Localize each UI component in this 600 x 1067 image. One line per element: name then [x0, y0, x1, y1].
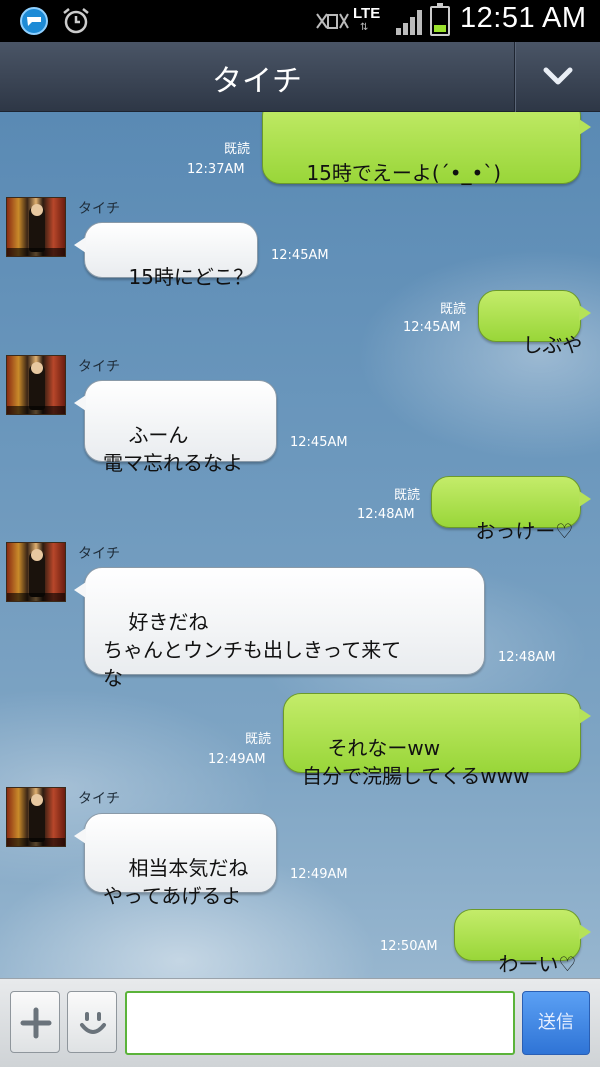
- message-text: それなーww 自分で浣腸してくるwww: [302, 736, 530, 788]
- message-time: 12:45AM: [271, 248, 329, 263]
- message-text: おっけー♡: [475, 519, 574, 543]
- message-time: 12:45AM: [290, 435, 348, 450]
- clock: 12:51 AM: [460, 2, 587, 34]
- avatar[interactable]: [6, 197, 66, 257]
- sender-name: タイチ: [78, 201, 120, 217]
- message-text: 15時にどこ？: [128, 265, 254, 289]
- message-bubble-incoming[interactable]: ふーん 電マ忘れるなよ: [74, 380, 277, 475]
- message-text: わーい♡: [498, 952, 577, 976]
- message-bubble-incoming[interactable]: 15時にどこ？: [74, 222, 258, 289]
- message-bubble-outgoing[interactable]: 15時でえーよ(´•_•`): [262, 112, 591, 185]
- message-input-bar: 送信: [0, 978, 600, 1067]
- network-type: LTE: [353, 5, 381, 22]
- avatar[interactable]: [6, 542, 66, 602]
- message-text: 15時でえーよ(´•_•`): [306, 161, 502, 185]
- message-list[interactable]: 既読 12:37AM 15時でえーよ(´•_•`) タイチ 15時にどこ？ 12…: [0, 112, 600, 978]
- message-time: 12:37AM: [187, 162, 245, 177]
- send-button[interactable]: 送信: [522, 991, 590, 1055]
- read-receipt: 既読: [393, 488, 420, 503]
- vibrate-mode-icon: [316, 13, 349, 29]
- message-bubble-outgoing[interactable]: それなーww 自分で浣腸してくるwww: [283, 693, 591, 788]
- message-time: 12:50AM: [380, 939, 438, 954]
- read-receipt: 既読: [223, 142, 250, 157]
- message-input[interactable]: [125, 991, 515, 1055]
- message-bubble-outgoing[interactable]: しぶや: [478, 290, 591, 357]
- message-text: しぶや: [522, 333, 583, 357]
- read-receipt: 既読: [244, 732, 271, 747]
- message-text: 好きだね ちゃんとウンチも出しきって来て な: [103, 610, 402, 690]
- message-time: 12:45AM: [403, 320, 461, 335]
- chevron-down-icon: [543, 67, 573, 85]
- message-text: ふーん 電マ忘れるなよ: [103, 423, 243, 475]
- message-time: 12:49AM: [290, 867, 348, 882]
- smiley-icon: [80, 1012, 106, 1034]
- status-bar: LTE ⇅ 12:51 AM: [0, 0, 600, 42]
- sender-name: タイチ: [78, 546, 120, 562]
- message-text: 相当本気だね やってあげるよ: [103, 856, 249, 908]
- sender-name: タイチ: [78, 359, 120, 375]
- chat-header: タイチ: [0, 42, 600, 112]
- chat-title: タイチ: [212, 64, 302, 99]
- read-receipt: 既読: [439, 302, 466, 317]
- signal-strength-icon: [396, 10, 422, 35]
- message-bubble-incoming[interactable]: 好きだね ちゃんとウンチも出しきって来て な: [74, 567, 485, 690]
- sticker-button[interactable]: [67, 991, 117, 1053]
- sender-name: タイチ: [78, 791, 120, 807]
- message-time: 12:49AM: [208, 752, 266, 767]
- message-time: 12:48AM: [498, 650, 556, 665]
- avatar[interactable]: [6, 355, 66, 415]
- message-bubble-outgoing[interactable]: おっけー♡: [431, 476, 591, 543]
- attach-button[interactable]: [10, 991, 60, 1053]
- message-bubble-outgoing[interactable]: わーい♡: [454, 909, 591, 976]
- data-activity-icon: ⇅: [360, 22, 369, 33]
- battery-icon: [430, 3, 450, 36]
- chat-app-notification-icon: [20, 7, 48, 35]
- message-bubble-incoming[interactable]: 相当本気だね やってあげるよ: [74, 813, 277, 908]
- plus-icon: [20, 1007, 52, 1039]
- header-menu-button[interactable]: [514, 42, 600, 112]
- avatar[interactable]: [6, 787, 66, 847]
- alarm-clock-icon: [63, 8, 89, 34]
- message-time: 12:48AM: [357, 507, 415, 522]
